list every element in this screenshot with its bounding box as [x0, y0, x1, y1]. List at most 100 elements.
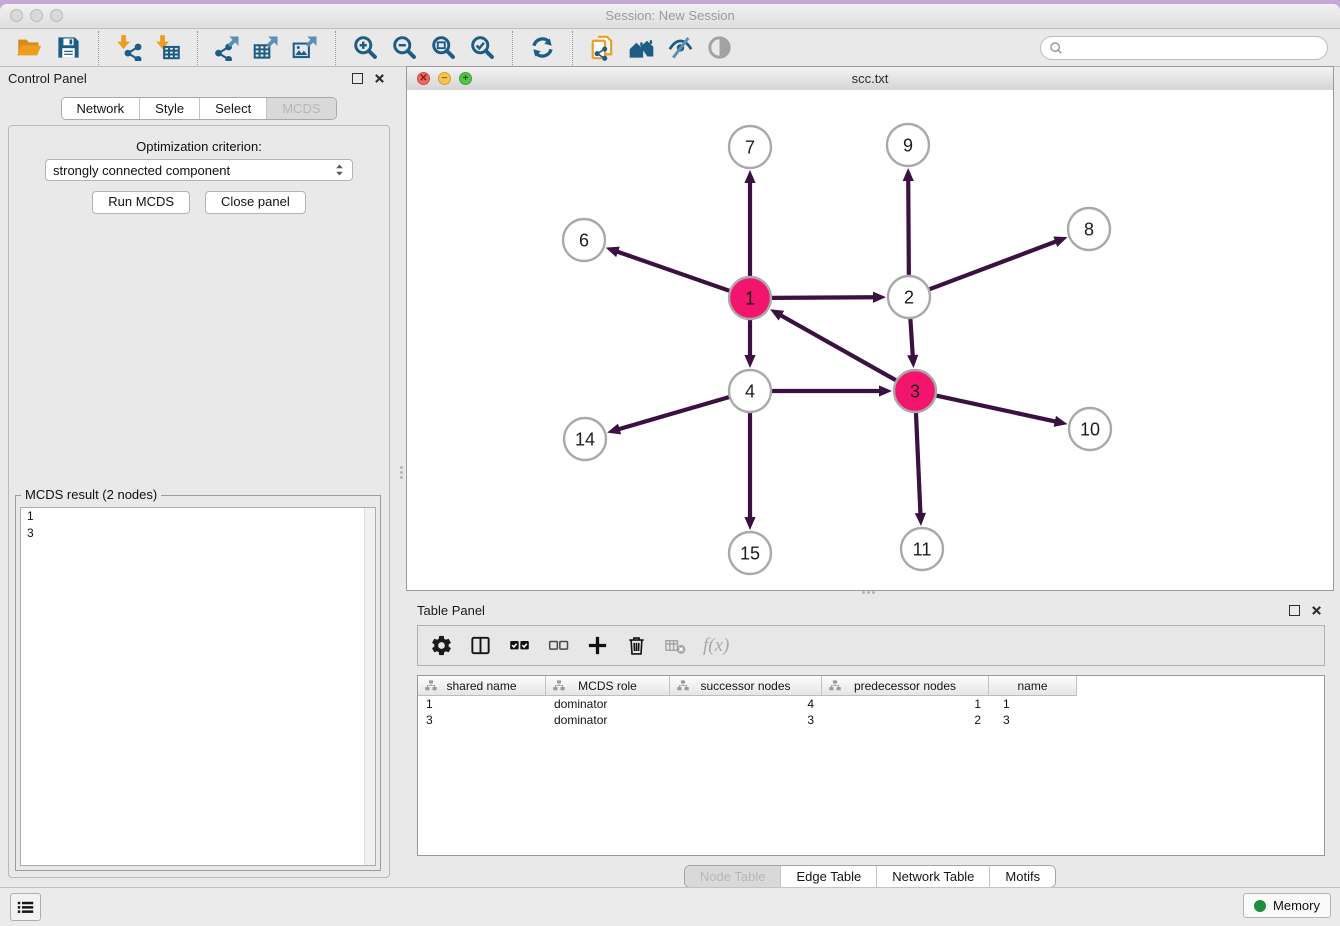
tab-style[interactable]: Style: [139, 98, 199, 119]
tab-node-table[interactable]: Node Table: [685, 866, 781, 887]
close-table-panel-icon[interactable]: [1311, 605, 1322, 616]
window-controls[interactable]: [10, 9, 63, 22]
export-network-button[interactable]: [214, 34, 241, 61]
tab-edge-table[interactable]: Edge Table: [780, 866, 876, 887]
network-close-icon[interactable]: ✕: [417, 72, 430, 85]
graph-node-8[interactable]: 8: [1068, 208, 1110, 250]
close-panel-icon[interactable]: [374, 73, 385, 84]
table-cell[interactable]: 2: [822, 712, 989, 728]
network-window-titlebar[interactable]: ✕ − + scc.txt: [407, 67, 1333, 91]
graph-edge-4-15[interactable]: [744, 412, 755, 530]
column-header-successor-nodes[interactable]: successor nodes: [670, 676, 822, 696]
graph-node-1[interactable]: 1: [729, 277, 771, 319]
graph-edge-1-6[interactable]: [606, 247, 730, 291]
add-column-button[interactable]: [586, 634, 609, 657]
graph-edge-3-10[interactable]: [936, 395, 1068, 426]
graph-edge-3-11[interactable]: [915, 412, 926, 526]
column-header-predecessor-nodes[interactable]: predecessor nodes: [822, 676, 989, 696]
table-cell[interactable]: 3: [670, 712, 822, 728]
graph-node-3[interactable]: 3: [894, 370, 936, 412]
graph-edge-3-1[interactable]: [770, 309, 897, 380]
column-header-name[interactable]: name: [989, 676, 1077, 696]
zoom-selected-button[interactable]: [469, 34, 496, 61]
table-cell[interactable]: 4: [670, 696, 822, 712]
graph-edge-4-3[interactable]: [771, 385, 892, 396]
zoom-window-icon[interactable]: [50, 9, 63, 22]
criterion-dropdown[interactable]: strongly connected component: [45, 159, 353, 181]
zoom-in-button[interactable]: [352, 34, 379, 61]
table-settings-button[interactable]: [430, 634, 453, 657]
search-box[interactable]: [1040, 36, 1328, 60]
column-header-shared-name[interactable]: shared name: [418, 676, 546, 696]
table-row[interactable]: 1dominator411: [418, 696, 1324, 712]
hide-all-columns-button[interactable]: [547, 634, 570, 657]
memory-button[interactable]: Memory: [1243, 893, 1331, 918]
graph-edge-2-9[interactable]: [903, 168, 914, 276]
network-minimize-icon[interactable]: −: [438, 72, 451, 85]
task-history-button[interactable]: [10, 893, 41, 921]
node-table[interactable]: shared nameMCDS rolesuccessor nodesprede…: [417, 675, 1325, 856]
network-maximize-icon[interactable]: +: [459, 72, 472, 85]
graph-node-4[interactable]: 4: [729, 370, 771, 412]
graph-edge-1-7[interactable]: [744, 170, 755, 277]
result-scrollbar[interactable]: [364, 508, 375, 865]
clone-network-button[interactable]: [589, 34, 616, 61]
close-window-icon[interactable]: [10, 9, 23, 22]
table-cell[interactable]: 3: [418, 712, 546, 728]
table-cell[interactable]: dominator: [546, 696, 670, 712]
table-cell[interactable]: dominator: [546, 712, 670, 728]
main-toolbar: [0, 29, 1340, 67]
open-session-button[interactable]: [16, 34, 43, 61]
graph-node-6[interactable]: 6: [563, 219, 605, 261]
first-neighbors-button[interactable]: [628, 34, 655, 61]
show-hide-graphics-button[interactable]: [667, 34, 694, 61]
apply-layout-button[interactable]: [529, 34, 556, 61]
delete-column-button[interactable]: [625, 634, 648, 657]
export-image-button[interactable]: [292, 34, 319, 61]
graph-node-9[interactable]: 9: [887, 124, 929, 166]
tab-mcds[interactable]: MCDS: [266, 98, 335, 119]
mcds-result-list[interactable]: 13: [20, 507, 376, 866]
table-cell[interactable]: 1: [989, 696, 1077, 712]
toggle-bird-view-button[interactable]: [706, 34, 733, 61]
show-all-columns-button[interactable]: [508, 634, 531, 657]
graph-edge-4-14[interactable]: [607, 397, 730, 434]
toggle-table-mode-button[interactable]: [469, 634, 492, 657]
graph-node-10[interactable]: 10: [1069, 408, 1111, 450]
table-cell[interactable]: 1: [418, 696, 546, 712]
minimize-window-icon[interactable]: [30, 9, 43, 22]
table-row[interactable]: 3dominator323: [418, 712, 1324, 728]
table-cell[interactable]: 3: [989, 712, 1077, 728]
graph-node-7[interactable]: 7: [729, 126, 771, 168]
table-cell[interactable]: 1: [822, 696, 989, 712]
vertical-splitter-handle[interactable]: [399, 466, 404, 480]
graph-edge-2-8[interactable]: [929, 236, 1068, 289]
graph-node-2[interactable]: 2: [888, 276, 930, 318]
graph-node-11[interactable]: 11: [901, 528, 943, 570]
import-table-button[interactable]: [154, 34, 181, 61]
save-session-button[interactable]: [55, 34, 82, 61]
tab-network[interactable]: Network: [61, 98, 139, 119]
network-canvas[interactable]: 7 9 6 8 1 2 4 3 14 10 15 11: [407, 90, 1333, 590]
zoom-out-button[interactable]: [391, 34, 418, 61]
export-table-button[interactable]: [253, 34, 280, 61]
run-mcds-button[interactable]: Run MCDS: [92, 191, 190, 214]
float-table-panel-icon[interactable]: [1289, 605, 1300, 616]
search-input[interactable]: [1063, 40, 1323, 55]
graph-edge-1-2[interactable]: [771, 292, 886, 303]
tab-network-table[interactable]: Network Table: [876, 866, 989, 887]
graph-edge-2-3[interactable]: [907, 318, 918, 368]
network-graph[interactable]: 7 9 6 8 1 2 4 3 14 10 15 11: [407, 90, 1333, 590]
graph-node-14[interactable]: 14: [564, 418, 606, 460]
close-panel-button[interactable]: Close panel: [205, 191, 306, 214]
graph-edge-1-4[interactable]: [744, 319, 755, 368]
tab-select[interactable]: Select: [199, 98, 266, 119]
column-header-MCDS-role[interactable]: MCDS role: [546, 676, 670, 696]
float-panel-icon[interactable]: [352, 73, 363, 84]
graph-node-15[interactable]: 15: [729, 532, 771, 574]
import-network-button[interactable]: [115, 34, 142, 61]
zoom-fit-button[interactable]: [430, 34, 457, 61]
import-network-icon: [115, 34, 142, 61]
tab-motifs[interactable]: Motifs: [989, 866, 1055, 887]
houses-icon: [628, 34, 655, 61]
